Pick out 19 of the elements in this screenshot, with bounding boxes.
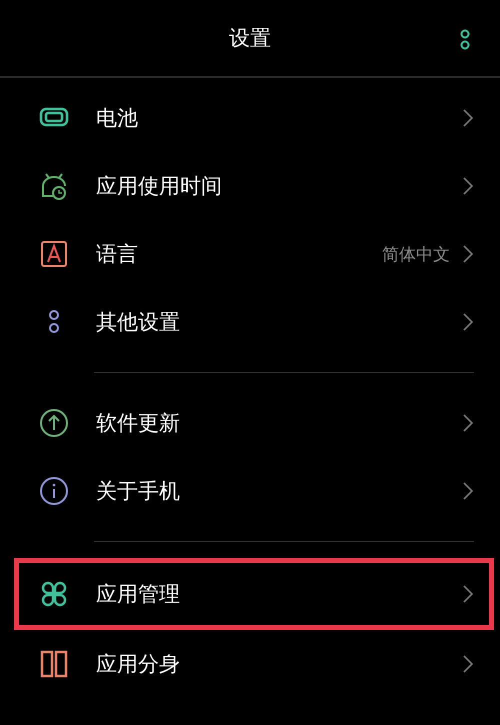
- page-title: 设置: [229, 25, 271, 52]
- chevron-right-icon: [462, 413, 474, 433]
- chevron-right-icon: [462, 176, 474, 196]
- chevron-right-icon: [462, 108, 474, 128]
- settings-item[interactable]: 关于手机: [0, 457, 500, 525]
- item-value: 简体中文: [382, 244, 450, 266]
- settings-item[interactable]: 电池: [0, 84, 500, 152]
- settings-item[interactable]: 软件更新: [0, 389, 500, 457]
- settings-item[interactable]: 应用使用时间: [0, 152, 500, 220]
- settings-item[interactable]: 应用管理: [14, 558, 494, 630]
- chevron-right-icon: [462, 584, 474, 604]
- settings-item[interactable]: 应用分身: [0, 630, 500, 698]
- settings-item[interactable]: 语言 简体中文: [0, 220, 500, 288]
- settings-item[interactable]: 其他设置: [0, 288, 500, 356]
- chevron-right-icon: [462, 312, 474, 332]
- chevron-right-icon: [462, 244, 474, 264]
- chevron-right-icon: [462, 481, 474, 501]
- chevron-right-icon: [462, 654, 474, 674]
- more-options-icon[interactable]: [458, 28, 472, 52]
